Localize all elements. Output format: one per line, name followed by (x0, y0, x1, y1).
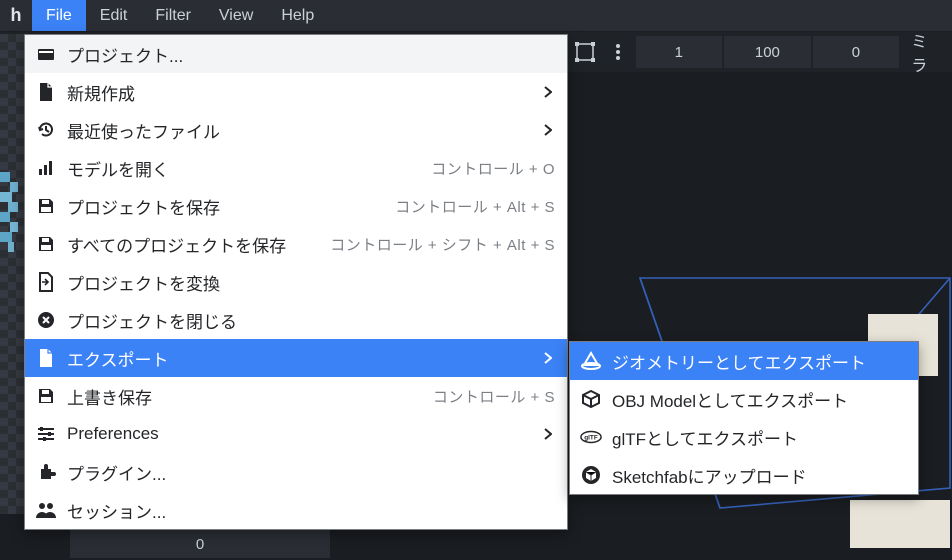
people-icon (35, 499, 57, 521)
menu-help[interactable]: Help (267, 0, 328, 31)
dd-open-label: モデルを開く (67, 156, 169, 181)
toolbar-val3[interactable]: 0 (813, 36, 900, 68)
dd-save-overwrite-label: 上書き保存 (67, 384, 152, 409)
dd-export[interactable]: エクスポート (25, 339, 567, 377)
dd-open-shortcut: コントロール + O (431, 158, 555, 179)
dd-save-all-shortcut: コントロール + シフト + Alt + S (330, 234, 555, 255)
chevron-right-icon (541, 352, 555, 364)
menu-file[interactable]: File (32, 0, 86, 31)
save-icon (35, 233, 57, 255)
sub-obj-label: OBJ Modelとしてエクスポート (612, 387, 848, 412)
app-logo: h (0, 0, 32, 31)
sub-export-geometry[interactable]: ジオメトリーとしてエクスポート (570, 342, 918, 380)
dd-save-project[interactable]: プロジェクトを保存 コントロール + Alt + S (25, 187, 567, 225)
save-icon (35, 385, 57, 407)
sub-geom-label: ジオメトリーとしてエクスポート (612, 349, 866, 374)
menubar: h File Edit Filter View Help (0, 0, 952, 32)
chevron-right-icon (541, 86, 555, 98)
sub-export-gltf[interactable]: glTF glTFとしてエクスポート (570, 418, 918, 456)
dd-project-label: プロジェクト... (67, 42, 183, 67)
document-icon (35, 347, 57, 369)
dd-new-label: 新規作成 (67, 80, 135, 105)
dd-new[interactable]: 新規作成 (25, 73, 567, 111)
gutter-pixel-art (0, 160, 24, 280)
dd-close-project[interactable]: プロジェクトを閉じる (25, 301, 567, 339)
export-submenu: ジオメトリーとしてエクスポート OBJ Modelとしてエクスポート glTF … (569, 341, 919, 495)
dd-export-label: エクスポート (67, 346, 169, 371)
dd-save-overwrite[interactable]: 上書き保存 コントロール + S (25, 377, 567, 415)
toolbar-val2[interactable]: 100 (724, 36, 811, 68)
menu-view[interactable]: View (205, 0, 267, 31)
file-dropdown: プロジェクト... 新規作成 最近使ったファイル モデルを開く コントロール +… (24, 34, 568, 530)
menu-edit[interactable]: Edit (86, 0, 142, 31)
sub-sketchfab-label: Sketchfabにアップロード (612, 463, 807, 488)
folder-icon (35, 43, 57, 65)
dd-recent-label: 最近使ったファイル (67, 118, 220, 143)
save-icon (35, 195, 57, 217)
dd-save-project-label: プロジェクトを保存 (67, 194, 220, 219)
geometry-icon (580, 350, 602, 372)
bottom-value[interactable]: 0 (70, 530, 330, 558)
dd-save-all[interactable]: すべてのプロジェクトを保存 コントロール + シフト + Alt + S (25, 225, 567, 263)
dd-plugins-label: プラグイン... (67, 460, 166, 485)
dd-save-project-shortcut: コントロール + Alt + S (395, 196, 555, 217)
chevron-right-icon (541, 428, 555, 440)
dd-session-label: セッション... (67, 498, 166, 523)
document-icon (35, 81, 57, 103)
dd-session[interactable]: セッション... (25, 491, 567, 529)
sub-sketchfab[interactable]: Sketchfabにアップロード (570, 456, 918, 494)
chart-icon (35, 157, 57, 179)
convert-icon (35, 271, 57, 293)
toolbar-val1[interactable]: 1 (636, 36, 723, 68)
dd-plugins[interactable]: プラグイン... (25, 453, 567, 491)
mirror-label: ミラ (901, 28, 952, 76)
dd-open[interactable]: モデルを開く コントロール + O (25, 149, 567, 187)
bounding-box-icon[interactable] (570, 36, 601, 68)
chevron-right-icon (541, 124, 555, 136)
sketchfab-icon (580, 464, 602, 486)
plugin-icon (35, 461, 57, 483)
sub-export-obj[interactable]: OBJ Modelとしてエクスポート (570, 380, 918, 418)
dd-preferences-label: Preferences (67, 424, 159, 444)
kebab-icon[interactable] (603, 36, 634, 68)
svg-text:glTF: glTF (584, 435, 598, 442)
sub-gltf-label: glTFとしてエクスポート (612, 425, 798, 450)
close-circle-icon (35, 309, 57, 331)
dd-save-all-label: すべてのプロジェクトを保存 (67, 232, 286, 257)
dd-recent[interactable]: 最近使ったファイル (25, 111, 567, 149)
gltf-icon: glTF (580, 426, 602, 448)
dd-close-project-label: プロジェクトを閉じる (67, 308, 237, 333)
sliders-icon (35, 423, 57, 445)
dd-save-overwrite-shortcut: コントロール + S (433, 386, 555, 407)
dd-convert-label: プロジェクトを変換 (67, 270, 220, 295)
dd-preferences[interactable]: Preferences (25, 415, 567, 453)
dd-project[interactable]: プロジェクト... (25, 35, 567, 73)
history-icon (35, 119, 57, 141)
menu-filter[interactable]: Filter (141, 0, 205, 31)
dd-convert[interactable]: プロジェクトを変換 (25, 263, 567, 301)
cube-icon (580, 388, 602, 410)
